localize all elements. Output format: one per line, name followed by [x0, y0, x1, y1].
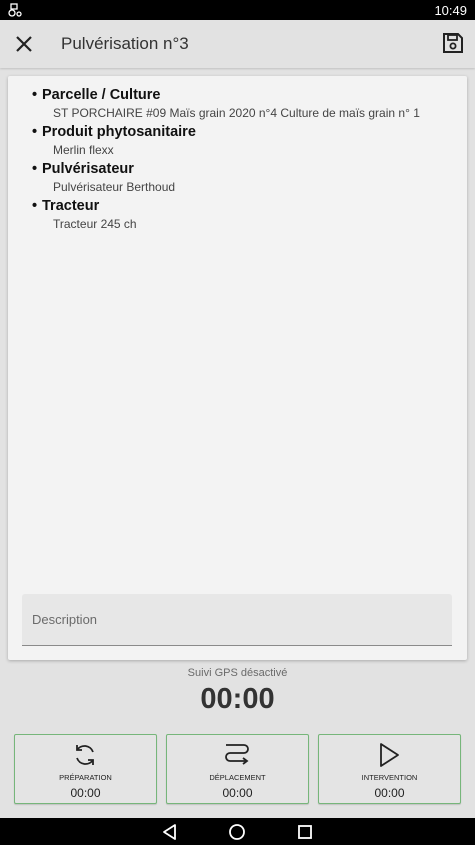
preparation-button[interactable]: PRÉPARATION 00:00	[14, 734, 157, 804]
status-time: 10:49	[434, 3, 467, 18]
detail-heading: Pulvérisateur	[42, 161, 134, 177]
deplacement-button[interactable]: DÉPLACEMENT 00:00	[166, 734, 309, 804]
intervention-button[interactable]: INTERVENTION 00:00	[318, 734, 461, 804]
save-icon[interactable]	[442, 32, 464, 54]
detail-item-parcelle: • Parcelle / Culture ST PORCHAIRE #09 Maï…	[32, 87, 452, 120]
bullet: •	[32, 124, 38, 140]
preparation-time: 00:00	[70, 786, 101, 800]
close-icon[interactable]	[12, 32, 36, 56]
play-icon	[380, 743, 399, 767]
detail-value: Tracteur 245 ch	[53, 217, 137, 231]
tractor-icon	[8, 3, 22, 17]
navigation-bar	[0, 818, 475, 845]
deplacement-time: 00:00	[222, 786, 253, 800]
detail-item-pulverisateur: • Pulvérisateur Pulvérisateur Berthoud	[32, 161, 452, 194]
detail-heading: Parcelle / Culture	[42, 87, 161, 103]
status-bar: 10:49	[0, 0, 475, 20]
preparation-label: PRÉPARATION	[59, 773, 112, 782]
detail-heading: Tracteur	[42, 198, 100, 214]
detail-value: Merlin flexx	[53, 143, 114, 157]
details-list: • Parcelle / Culture ST PORCHAIRE #09 Maï…	[32, 87, 452, 235]
bullet: •	[32, 198, 38, 214]
recents-icon[interactable]	[296, 823, 314, 841]
page-title: Pulvérisation n°3	[61, 34, 189, 53]
detail-item-produit: • Produit phytosanitaire Merlin flexx	[32, 124, 452, 157]
description-field[interactable]: Description	[22, 594, 452, 646]
gps-status: Suivi GPS désactivé	[187, 667, 288, 679]
intervention-label: INTERVENTION	[361, 773, 418, 782]
detail-item-tracteur: • Tracteur Tracteur 245 ch	[32, 198, 452, 231]
detail-value: Pulvérisateur Berthoud	[53, 180, 176, 194]
detail-value: ST PORCHAIRE #09 Maïs grain 2020 n°4 Cul…	[53, 106, 420, 120]
description-placeholder: Description	[32, 612, 98, 627]
bullet: •	[32, 87, 38, 103]
intervention-time: 00:00	[374, 786, 405, 800]
back-icon[interactable]	[161, 823, 179, 841]
intervention-card: • Parcelle / Culture ST PORCHAIRE #09 Maï…	[8, 76, 467, 660]
app-toolbar: Pulvérisation n°3	[0, 20, 475, 68]
route-icon	[225, 744, 249, 765]
main-timer: 00:00	[200, 683, 275, 715]
refresh-icon	[76, 745, 94, 765]
bullet: •	[32, 161, 38, 177]
deplacement-label: DÉPLACEMENT	[209, 773, 266, 782]
home-icon[interactable]	[228, 823, 246, 841]
detail-heading: Produit phytosanitaire	[42, 124, 196, 140]
